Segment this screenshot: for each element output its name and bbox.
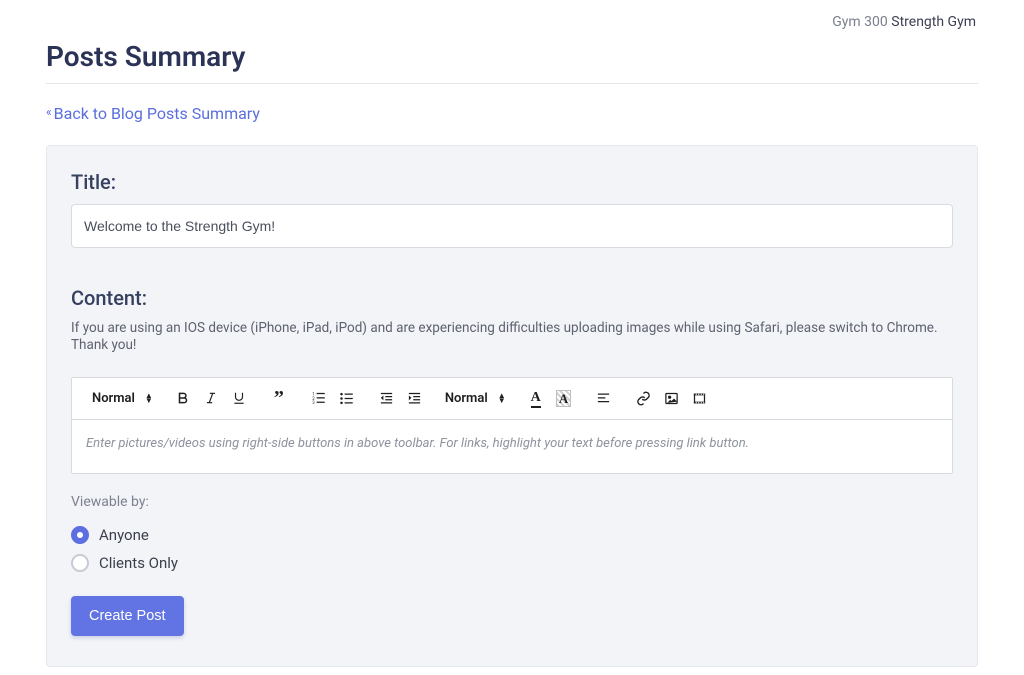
select-updown-icon: ▲▼	[145, 393, 153, 403]
rich-text-editor: Normal ▲▼ ”	[71, 377, 953, 474]
title-label: Title:	[71, 170, 953, 194]
video-button[interactable]	[690, 388, 710, 408]
link-button[interactable]	[634, 388, 654, 408]
outdent-button[interactable]	[377, 388, 397, 408]
text-color-button[interactable]: A	[526, 388, 546, 408]
radio-anyone[interactable]: Anyone	[71, 526, 953, 544]
content-label: Content:	[71, 286, 953, 310]
background-color-button[interactable]: A	[554, 388, 574, 408]
select-updown-icon: ▲▼	[498, 393, 506, 403]
font-size-value: Normal	[445, 391, 488, 406]
bold-button[interactable]	[173, 388, 193, 408]
ordered-list-button[interactable]: 123	[309, 388, 329, 408]
radio-anyone-label: Anyone	[99, 526, 149, 544]
create-post-button[interactable]: Create Post	[71, 596, 184, 636]
breadcrumb-current: Strength Gym	[891, 14, 976, 30]
indent-button[interactable]	[405, 388, 425, 408]
breadcrumb: Gym 300 Strength Gym	[46, 10, 978, 40]
radio-clients-only-label: Clients Only	[99, 554, 178, 572]
radio-icon	[71, 526, 89, 544]
post-title-input[interactable]	[71, 204, 953, 248]
align-button[interactable]	[594, 388, 614, 408]
page-title: Posts Summary	[46, 40, 978, 83]
radio-clients-only[interactable]: Clients Only	[71, 554, 953, 572]
title-divider	[46, 83, 978, 84]
italic-button[interactable]	[201, 388, 221, 408]
viewable-by-label: Viewable by:	[71, 494, 953, 510]
image-button[interactable]	[662, 388, 682, 408]
underline-button[interactable]	[229, 388, 249, 408]
back-to-blog-link[interactable]: « Back to Blog Posts Summary	[46, 104, 260, 123]
content-help-text: If you are using an IOS device (iPhone, …	[71, 320, 953, 355]
unordered-list-button[interactable]	[337, 388, 357, 408]
breadcrumb-prefix: Gym 300	[832, 14, 891, 30]
blockquote-button[interactable]: ”	[269, 388, 289, 408]
back-link-label: Back to Blog Posts Summary	[54, 104, 260, 123]
editor-toolbar: Normal ▲▼ ”	[72, 378, 952, 420]
font-size-select[interactable]: Normal ▲▼	[445, 391, 506, 406]
editor-placeholder: Enter pictures/videos using right-side b…	[86, 436, 749, 451]
paragraph-style-select[interactable]: Normal ▲▼	[92, 391, 153, 406]
editor-content-area[interactable]: Enter pictures/videos using right-side b…	[72, 420, 952, 473]
paragraph-style-value: Normal	[92, 391, 135, 406]
chevron-left-double-icon: «	[46, 105, 50, 119]
radio-icon	[71, 554, 89, 572]
post-form-card: Title: Content: If you are using an IOS …	[46, 145, 978, 667]
svg-text:3: 3	[313, 401, 316, 406]
